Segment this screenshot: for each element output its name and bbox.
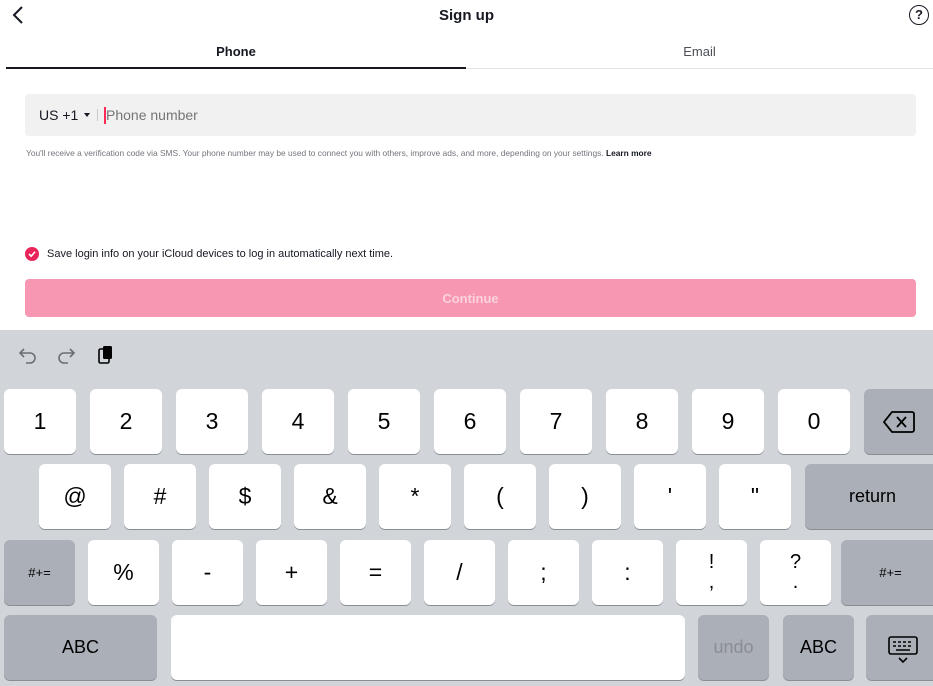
sms-notice: You'll receive a verification code via S… [26, 148, 652, 158]
key-equals[interactable]: = [340, 540, 411, 605]
key-symbol-2[interactable]: # [124, 464, 196, 529]
abc-key-left[interactable]: ABC [4, 615, 157, 680]
undo-icon[interactable] [16, 343, 40, 367]
key-symbol-pair-8[interactable]: ! , [676, 540, 747, 605]
backspace-icon[interactable] [864, 389, 933, 454]
sms-notice-text: You'll receive a verification code via S… [26, 148, 604, 158]
divider [97, 109, 98, 121]
phone-number-input[interactable] [104, 107, 806, 123]
paste-icon[interactable] [94, 343, 118, 367]
redo-icon[interactable] [54, 343, 78, 367]
abc-key-right[interactable]: ABC [783, 615, 854, 680]
key-semicolon[interactable]: ; [508, 540, 579, 605]
key-0[interactable]: 0 [778, 389, 850, 454]
tab-active-indicator [6, 67, 466, 69]
key-2[interactable]: 2 [90, 389, 162, 454]
key-slash[interactable]: / [424, 540, 495, 605]
help-icon[interactable]: ? [909, 5, 929, 25]
more-symbols-key-right[interactable]: #+= [841, 540, 933, 605]
return-key[interactable]: return [805, 464, 933, 529]
key-6[interactable]: 6 [434, 389, 506, 454]
undo-key[interactable]: undo [698, 615, 769, 680]
learn-more-link[interactable]: Learn more [606, 148, 652, 158]
tab-email[interactable]: Email [466, 44, 933, 59]
checkmark-icon [28, 251, 36, 258]
key-symbol-8[interactable]: ' [634, 464, 706, 529]
key-3[interactable]: 3 [176, 389, 248, 454]
tab-divider [466, 68, 933, 69]
more-symbols-key-left[interactable]: #+= [4, 540, 75, 605]
key-5[interactable]: 5 [348, 389, 420, 454]
key-symbol-1[interactable]: @ [39, 464, 111, 529]
key-plus[interactable]: + [256, 540, 327, 605]
backspace-key[interactable] [864, 389, 933, 454]
key-percent[interactable]: % [88, 540, 159, 605]
key-symbol-7[interactable]: ) [549, 464, 621, 529]
tab-phone[interactable]: Phone [6, 44, 466, 59]
save-login-label: Save login info on your iCloud devices t… [47, 248, 394, 260]
save-login-checkbox[interactable] [25, 247, 39, 261]
caret-down-icon[interactable] [84, 113, 90, 117]
key-9[interactable]: 9 [692, 389, 764, 454]
key-colon[interactable]: : [592, 540, 663, 605]
hide-keyboard-key[interactable] [866, 615, 933, 680]
key-symbol-9[interactable]: " [719, 464, 791, 529]
key-symbol-6[interactable]: ( [464, 464, 536, 529]
key-8[interactable]: 8 [606, 389, 678, 454]
key-1[interactable]: 1 [4, 389, 76, 454]
key-symbol-4[interactable]: & [294, 464, 366, 529]
key-symbol-pair-9[interactable]: ? . [760, 540, 831, 605]
text-cursor [104, 107, 106, 124]
space-key[interactable] [171, 615, 685, 680]
country-code-selector[interactable]: US +1 [39, 107, 78, 123]
key-7[interactable]: 7 [520, 389, 592, 454]
key-4[interactable]: 4 [262, 389, 334, 454]
page-title: Sign up [439, 7, 494, 24]
continue-button[interactable]: Continue [25, 279, 916, 317]
key-symbol-5[interactable]: * [379, 464, 451, 529]
keyboard-icon[interactable] [866, 615, 933, 680]
key-minus[interactable]: - [172, 540, 243, 605]
key-symbol-3[interactable]: $ [209, 464, 281, 529]
